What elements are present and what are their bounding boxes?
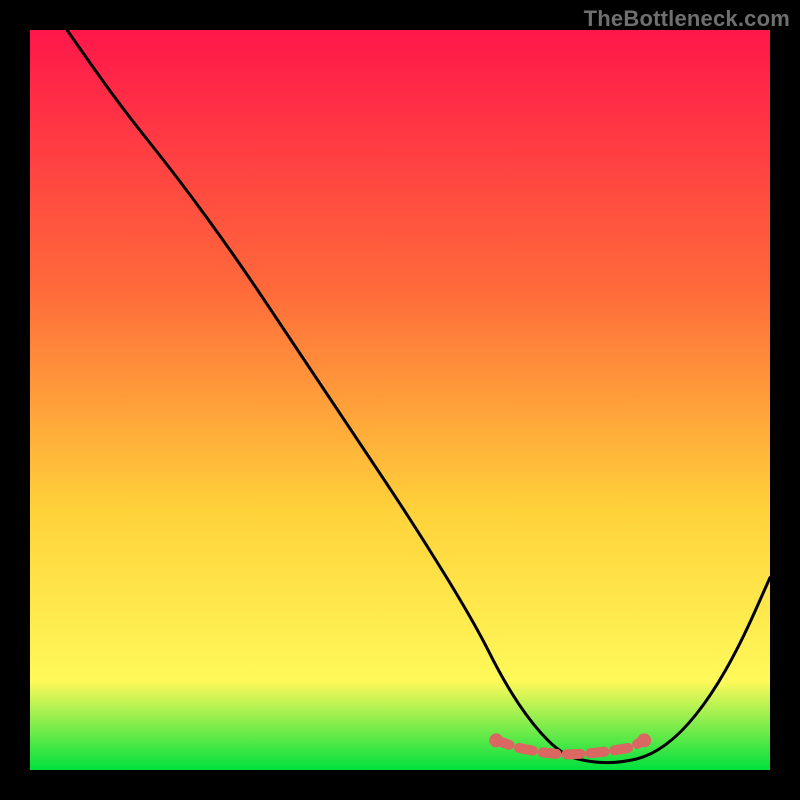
heat-background	[30, 30, 770, 770]
attribution-text: TheBottleneck.com	[584, 6, 790, 32]
chart-svg	[30, 30, 770, 770]
optimal-range-end	[637, 733, 651, 747]
bottleneck-chart	[30, 30, 770, 770]
optimal-range-start	[489, 733, 503, 747]
